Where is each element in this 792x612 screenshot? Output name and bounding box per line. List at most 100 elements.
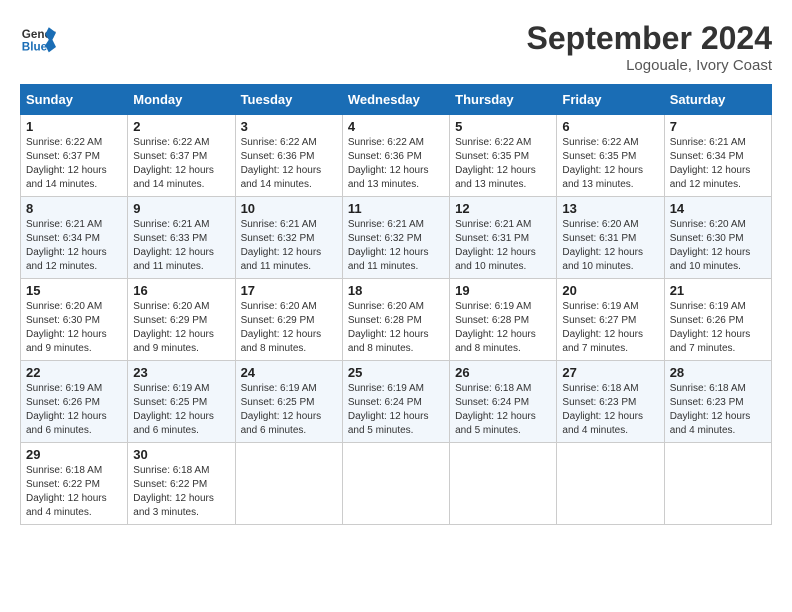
calendar-cell: 15 Sunrise: 6:20 AMSunset: 6:30 PMDayligh… <box>21 279 128 361</box>
cell-info: Sunrise: 6:18 AMSunset: 6:22 PMDaylight:… <box>133 464 229 520</box>
cell-info: Sunrise: 6:18 AMSunset: 6:24 PMDaylight:… <box>455 382 551 438</box>
calendar-week-row: 29 Sunrise: 6:18 AMSunset: 6:22 PMDayligh… <box>21 443 772 525</box>
day-number: 4 <box>348 119 444 134</box>
day-number: 12 <box>455 201 551 216</box>
title-block: September 2024 Logouale, Ivory Coast <box>527 20 772 74</box>
calendar-cell <box>664 443 771 525</box>
calendar-cell: 26 Sunrise: 6:18 AMSunset: 6:24 PMDayligh… <box>450 361 557 443</box>
cell-info: Sunrise: 6:20 AMSunset: 6:30 PMDaylight:… <box>670 218 766 274</box>
weekday-header: Saturday <box>664 85 771 115</box>
calendar-cell: 4 Sunrise: 6:22 AMSunset: 6:36 PMDaylight… <box>342 115 449 197</box>
cell-info: Sunrise: 6:19 AMSunset: 6:25 PMDaylight:… <box>241 382 337 438</box>
weekday-header: Thursday <box>450 85 557 115</box>
calendar-cell: 28 Sunrise: 6:18 AMSunset: 6:23 PMDayligh… <box>664 361 771 443</box>
calendar-cell: 1Sunrise: 6:22 AMSunset: 6:37 PMDaylight… <box>21 115 128 197</box>
calendar-cell <box>557 443 664 525</box>
calendar-cell: 8 Sunrise: 6:21 AMSunset: 6:34 PMDaylight… <box>21 197 128 279</box>
cell-info: Sunrise: 6:22 AMSunset: 6:37 PMDaylight:… <box>133 136 229 192</box>
cell-info: Sunrise: 6:22 AMSunset: 6:35 PMDaylight:… <box>562 136 658 192</box>
calendar-cell: 25Sunrise: 6:19 AMSunset: 6:24 PMDayligh… <box>342 361 449 443</box>
weekday-header: Sunday <box>21 85 128 115</box>
day-number: 3 <box>241 119 337 134</box>
day-number: 20 <box>562 283 658 298</box>
weekday-header: Tuesday <box>235 85 342 115</box>
calendar-cell: 20 Sunrise: 6:19 AMSunset: 6:27 PMDayligh… <box>557 279 664 361</box>
svg-text:Blue: Blue <box>22 41 48 54</box>
calendar-cell: 17Sunrise: 6:20 AMSunset: 6:29 PMDayligh… <box>235 279 342 361</box>
day-number: 11 <box>348 201 444 216</box>
day-number: 29 <box>26 447 122 462</box>
day-number: 15 <box>26 283 122 298</box>
weekday-header: Monday <box>128 85 235 115</box>
cell-info: Sunrise: 6:20 AMSunset: 6:28 PMDaylight:… <box>348 300 444 356</box>
day-number: 18 <box>348 283 444 298</box>
calendar-cell: 7 Sunrise: 6:21 AMSunset: 6:34 PMDaylight… <box>664 115 771 197</box>
day-number: 8 <box>26 201 122 216</box>
cell-info: Sunrise: 6:19 AMSunset: 6:26 PMDaylight:… <box>26 382 122 438</box>
day-number: 23 <box>133 365 229 380</box>
calendar-cell: 27Sunrise: 6:18 AMSunset: 6:23 PMDayligh… <box>557 361 664 443</box>
calendar-cell: 14 Sunrise: 6:20 AMSunset: 6:30 PMDayligh… <box>664 197 771 279</box>
weekday-header: Friday <box>557 85 664 115</box>
logo-icon: General Blue <box>20 20 56 56</box>
cell-info: Sunrise: 6:22 AMSunset: 6:36 PMDaylight:… <box>241 136 337 192</box>
day-number: 30 <box>133 447 229 462</box>
calendar-header: SundayMondayTuesdayWednesdayThursdayFrid… <box>21 85 772 115</box>
day-number: 14 <box>670 201 766 216</box>
day-number: 10 <box>241 201 337 216</box>
calendar-cell <box>342 443 449 525</box>
day-number: 7 <box>670 119 766 134</box>
cell-info: Sunrise: 6:18 AMSunset: 6:23 PMDaylight:… <box>562 382 658 438</box>
cell-info: Sunrise: 6:22 AMSunset: 6:36 PMDaylight:… <box>348 136 444 192</box>
calendar-cell: 3 Sunrise: 6:22 AMSunset: 6:36 PMDaylight… <box>235 115 342 197</box>
day-number: 22 <box>26 365 122 380</box>
calendar-cell: 23 Sunrise: 6:19 AMSunset: 6:25 PMDayligh… <box>128 361 235 443</box>
cell-info: Sunrise: 6:19 AMSunset: 6:25 PMDaylight:… <box>133 382 229 438</box>
weekday-header: Wednesday <box>342 85 449 115</box>
calendar-cell: 13 Sunrise: 6:20 AMSunset: 6:31 PMDayligh… <box>557 197 664 279</box>
day-number: 6 <box>562 119 658 134</box>
day-number: 21 <box>670 283 766 298</box>
calendar-week-row: 8 Sunrise: 6:21 AMSunset: 6:34 PMDaylight… <box>21 197 772 279</box>
day-number: 28 <box>670 365 766 380</box>
calendar-cell: 16Sunrise: 6:20 AMSunset: 6:29 PMDayligh… <box>128 279 235 361</box>
calendar-cell: 12 Sunrise: 6:21 AMSunset: 6:31 PMDayligh… <box>450 197 557 279</box>
calendar-cell: 9 Sunrise: 6:21 AMSunset: 6:33 PMDaylight… <box>128 197 235 279</box>
calendar-cell: 30 Sunrise: 6:18 AMSunset: 6:22 PMDayligh… <box>128 443 235 525</box>
calendar-cell: 11 Sunrise: 6:21 AMSunset: 6:32 PMDayligh… <box>342 197 449 279</box>
cell-info: Sunrise: 6:20 AMSunset: 6:31 PMDaylight:… <box>562 218 658 274</box>
day-number: 19 <box>455 283 551 298</box>
calendar-cell: 10 Sunrise: 6:21 AMSunset: 6:32 PMDayligh… <box>235 197 342 279</box>
cell-info: Sunrise: 6:18 AMSunset: 6:23 PMDaylight:… <box>670 382 766 438</box>
cell-info: Sunrise: 6:21 AMSunset: 6:32 PMDaylight:… <box>241 218 337 274</box>
location: Logouale, Ivory Coast <box>527 57 772 74</box>
cell-info: Sunrise: 6:20 AMSunset: 6:30 PMDaylight:… <box>26 300 122 356</box>
day-number: 24 <box>241 365 337 380</box>
calendar-cell: 6 Sunrise: 6:22 AMSunset: 6:35 PMDaylight… <box>557 115 664 197</box>
calendar-table: SundayMondayTuesdayWednesdayThursdayFrid… <box>20 84 772 525</box>
cell-info: Sunrise: 6:19 AMSunset: 6:27 PMDaylight:… <box>562 300 658 356</box>
calendar-body: 1Sunrise: 6:22 AMSunset: 6:37 PMDaylight… <box>21 115 772 525</box>
page-header: General Blue September 2024 Logouale, Iv… <box>20 20 772 74</box>
day-number: 2 <box>133 119 229 134</box>
day-number: 13 <box>562 201 658 216</box>
calendar-week-row: 22 Sunrise: 6:19 AMSunset: 6:26 PMDayligh… <box>21 361 772 443</box>
cell-info: Sunrise: 6:21 AMSunset: 6:33 PMDaylight:… <box>133 218 229 274</box>
cell-info: Sunrise: 6:21 AMSunset: 6:34 PMDaylight:… <box>26 218 122 274</box>
calendar-cell: 5Sunrise: 6:22 AMSunset: 6:35 PMDaylight… <box>450 115 557 197</box>
cell-info: Sunrise: 6:21 AMSunset: 6:31 PMDaylight:… <box>455 218 551 274</box>
calendar-cell: 18 Sunrise: 6:20 AMSunset: 6:28 PMDayligh… <box>342 279 449 361</box>
cell-info: Sunrise: 6:22 AMSunset: 6:35 PMDaylight:… <box>455 136 551 192</box>
cell-info: Sunrise: 6:18 AMSunset: 6:22 PMDaylight:… <box>26 464 122 520</box>
day-number: 26 <box>455 365 551 380</box>
calendar-cell: 2 Sunrise: 6:22 AMSunset: 6:37 PMDaylight… <box>128 115 235 197</box>
cell-info: Sunrise: 6:19 AMSunset: 6:26 PMDaylight:… <box>670 300 766 356</box>
calendar-cell: 21 Sunrise: 6:19 AMSunset: 6:26 PMDayligh… <box>664 279 771 361</box>
cell-info: Sunrise: 6:19 AMSunset: 6:28 PMDaylight:… <box>455 300 551 356</box>
cell-info: Sunrise: 6:21 AMSunset: 6:34 PMDaylight:… <box>670 136 766 192</box>
day-number: 9 <box>133 201 229 216</box>
cell-info: Sunrise: 6:21 AMSunset: 6:32 PMDaylight:… <box>348 218 444 274</box>
month-title: September 2024 <box>527 20 772 57</box>
calendar-week-row: 15 Sunrise: 6:20 AMSunset: 6:30 PMDayligh… <box>21 279 772 361</box>
cell-info: Sunrise: 6:19 AMSunset: 6:24 PMDaylight:… <box>348 382 444 438</box>
